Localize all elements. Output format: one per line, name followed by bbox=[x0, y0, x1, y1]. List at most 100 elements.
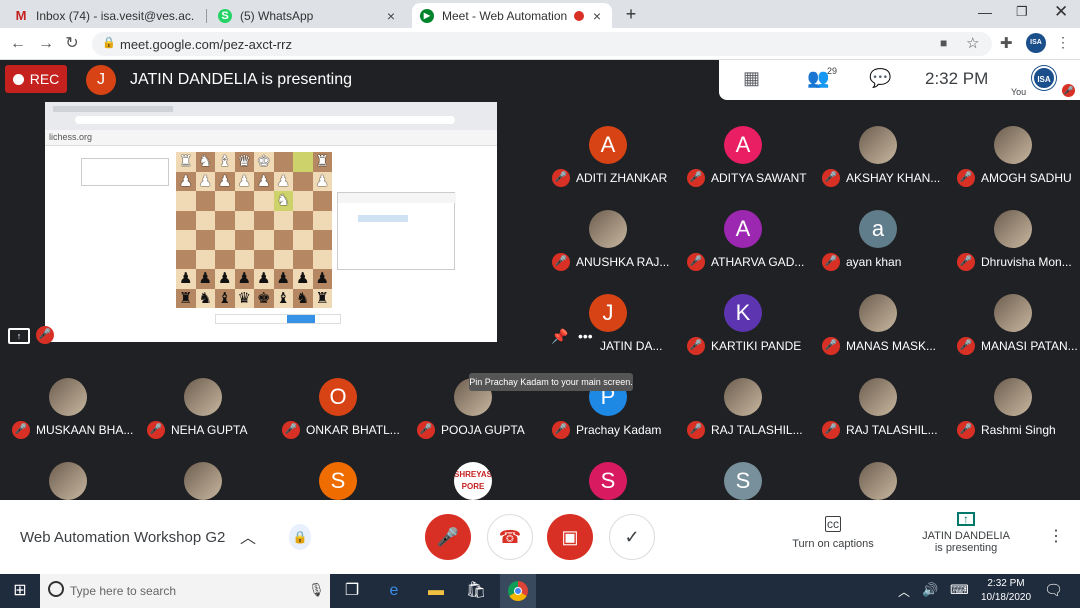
menu-icon[interactable]: ⋮ bbox=[1056, 34, 1070, 51]
chess-square: ♞ bbox=[293, 288, 313, 308]
new-tab-button[interactable]: + bbox=[620, 4, 642, 26]
chess-square: ♛ bbox=[234, 288, 254, 308]
participant-avatar bbox=[994, 210, 1032, 248]
task-view-icon[interactable]: ❐ bbox=[340, 580, 364, 602]
shield-icon[interactable]: 🔒 bbox=[289, 524, 311, 550]
keyboard-icon[interactable]: ⌨ bbox=[950, 582, 969, 598]
chess-square bbox=[176, 210, 196, 230]
captions-button[interactable]: cc Turn on captions bbox=[788, 516, 878, 550]
microphone-icon[interactable]: 🎙 bbox=[308, 582, 325, 598]
tab-whatsapp[interactable]: S (5) WhatsApp × bbox=[210, 3, 406, 28]
participant-tile[interactable]: 🎤 AMOGH SADHU bbox=[945, 122, 1080, 206]
self-avatar[interactable]: ISA bbox=[1032, 66, 1056, 90]
participant-tile[interactable]: 🎤 AKSHAY KHAN... bbox=[810, 122, 945, 206]
participant-tile[interactable]: O 🎤 ONKAR BHATL... bbox=[270, 374, 405, 458]
participant-tile[interactable]: 🎤 NEHA GUPTA bbox=[135, 374, 270, 458]
leave-call-button[interactable]: ☎ bbox=[487, 514, 533, 560]
tab-gmail[interactable]: M Inbox (74) - isa.vesit@ves.ac.in - bbox=[6, 3, 202, 28]
participant-name: Rashmi Singh bbox=[981, 423, 1056, 437]
windows-start-icon[interactable]: ⊞ bbox=[8, 580, 32, 602]
participant-tile[interactable]: 🎤 MUSKAAN BHA... bbox=[0, 374, 135, 458]
participant-avatar bbox=[184, 462, 222, 500]
chess-square bbox=[254, 230, 274, 250]
presentation-tile[interactable]: lichess.org ♜ ♞ ♝ ♛ ♚ ♜ ♟ ♟ ♟ ♟ ♟ ♟ ♟ ♞ ♟ ♟ ♟ ♟ ♟ ♟ ♟ ♟ ♜ ♞ ♝ ♛ ♚ ♝… bbox=[0, 100, 540, 354]
presenting-button[interactable]: ↑ JATIN DANDELIA is presenting bbox=[918, 512, 1014, 554]
minimize-icon[interactable]: — bbox=[978, 4, 992, 20]
chess-square bbox=[254, 249, 274, 269]
camera-toggle-button[interactable]: ▣ bbox=[547, 514, 593, 560]
mic-off-icon: 🎤 bbox=[282, 421, 300, 439]
participant-tile[interactable]: 🎤 RAJ TALASHIL... bbox=[810, 374, 945, 458]
move-list-panel bbox=[337, 192, 456, 270]
reload-icon[interactable]: ↻ bbox=[62, 34, 82, 54]
file-explorer-icon[interactable]: ▬ bbox=[424, 580, 448, 602]
volume-icon[interactable]: 🔊 bbox=[922, 582, 938, 598]
participant-tile[interactable]: 🎤 MANAS MASK... bbox=[810, 290, 945, 374]
chess-square bbox=[176, 191, 196, 211]
participant-tile[interactable]: A 🎤 ADITI ZHANKAR bbox=[540, 122, 675, 206]
camera-icon[interactable]: ■ bbox=[940, 36, 947, 50]
layout-grid-icon[interactable]: ▦ bbox=[743, 68, 760, 89]
participant-name-row: 🎤 Rashmi Singh bbox=[945, 421, 1080, 439]
back-icon[interactable]: ← bbox=[8, 34, 28, 54]
pin-icon[interactable]: 📌 bbox=[551, 328, 568, 345]
whatsapp-icon: S bbox=[218, 8, 232, 23]
window-close-icon[interactable]: ✕ bbox=[1054, 2, 1068, 22]
maximize-icon[interactable]: ❐ bbox=[1016, 4, 1028, 20]
close-icon[interactable]: × bbox=[384, 8, 398, 24]
more-vert-icon[interactable]: ⋮ bbox=[1048, 526, 1064, 546]
chess-square bbox=[273, 152, 293, 172]
url-text: meet.google.com/pez-axct-rrz bbox=[120, 37, 292, 52]
participant-tile[interactable]: A 🎤 ATHARVA GAD... bbox=[675, 206, 810, 290]
star-icon[interactable]: ☆ bbox=[966, 34, 979, 52]
participant-tile[interactable]: 🎤 RAJ TALASHIL... bbox=[675, 374, 810, 458]
check-button[interactable]: ✓ bbox=[609, 514, 655, 560]
participant-tile[interactable]: K 🎤 KARTIKI PANDE bbox=[675, 290, 810, 374]
edge-icon[interactable]: e bbox=[382, 580, 406, 602]
mic-toggle-button[interactable]: 🎤 bbox=[425, 514, 471, 560]
profile-avatar[interactable]: ISA bbox=[1026, 33, 1046, 53]
participant-tile[interactable]: A 🎤 ADITYA SAWANT bbox=[675, 122, 810, 206]
participant-tile[interactable]: 🎤 MANASI PATAN... bbox=[945, 290, 1080, 374]
chess-square: ♚ bbox=[254, 152, 274, 172]
chess-square bbox=[293, 249, 313, 269]
forward-icon[interactable]: → bbox=[36, 34, 56, 54]
extensions-icon[interactable]: ✚ bbox=[1000, 34, 1013, 52]
participant-tile[interactable]: a 🎤 ayan khan bbox=[810, 206, 945, 290]
taskbar-clock[interactable]: 2:32 PM 10/18/2020 bbox=[978, 577, 1034, 605]
taskbar-search[interactable]: Type here to search 🎙 bbox=[40, 574, 330, 608]
participant-name-row: 🎤 KARTIKI PANDE bbox=[675, 337, 810, 355]
participant-tile[interactable]: 🎤 Rashmi Singh bbox=[945, 374, 1080, 458]
chess-square: ♟ bbox=[176, 171, 196, 191]
tab-meet[interactable]: ▶ Meet - Web Automation Wo × bbox=[412, 3, 612, 28]
chess-square bbox=[234, 210, 254, 230]
participant-tile[interactable]: 🎤 Dhruvisha Mon... bbox=[945, 206, 1080, 290]
participant-name-row: 🎤 Dhruvisha Mon... bbox=[945, 253, 1080, 271]
mic-off-icon: 🎤 bbox=[687, 337, 705, 355]
mic-off-icon: 🎤 bbox=[957, 421, 975, 439]
participant-name: RAJ TALASHIL... bbox=[711, 423, 803, 437]
close-icon[interactable]: × bbox=[590, 8, 604, 24]
chess-square: ♟ bbox=[254, 171, 274, 191]
chess-square bbox=[273, 249, 293, 269]
gmail-icon: M bbox=[15, 8, 27, 23]
chevron-up-icon[interactable]: ︿ bbox=[240, 524, 256, 548]
participant-name: ATHARVA GAD... bbox=[711, 255, 805, 269]
chess-square bbox=[195, 191, 215, 211]
mic-off-icon: 🎤 bbox=[957, 169, 975, 187]
store-icon[interactable]: 🛍 bbox=[464, 580, 488, 602]
top-info-panel: ▦ 👥 29 💬 2:32 PM ISA You 🎤 bbox=[719, 60, 1080, 100]
chat-icon[interactable]: 💬 bbox=[869, 68, 891, 89]
check-icon: ✓ bbox=[624, 526, 640, 547]
participant-tile[interactable]: 🎤 ANUSHKA RAJ... bbox=[540, 206, 675, 290]
more-options-icon[interactable]: ••• bbox=[578, 328, 593, 344]
presenting-status: is presenting bbox=[934, 542, 998, 554]
chess-square bbox=[234, 249, 254, 269]
address-bar[interactable]: 🔒 meet.google.com/pez-axct-rrz ■ ☆ bbox=[92, 32, 992, 56]
notification-icon[interactable]: 🗨 bbox=[1044, 581, 1063, 599]
chevron-up-icon[interactable]: ︿ bbox=[898, 583, 910, 600]
meet-icon: ▶ bbox=[420, 8, 434, 23]
chrome-taskbar-button[interactable] bbox=[500, 574, 536, 608]
chess-square: ♟ bbox=[215, 269, 235, 289]
mic-off-icon: 🎤 bbox=[957, 337, 975, 355]
